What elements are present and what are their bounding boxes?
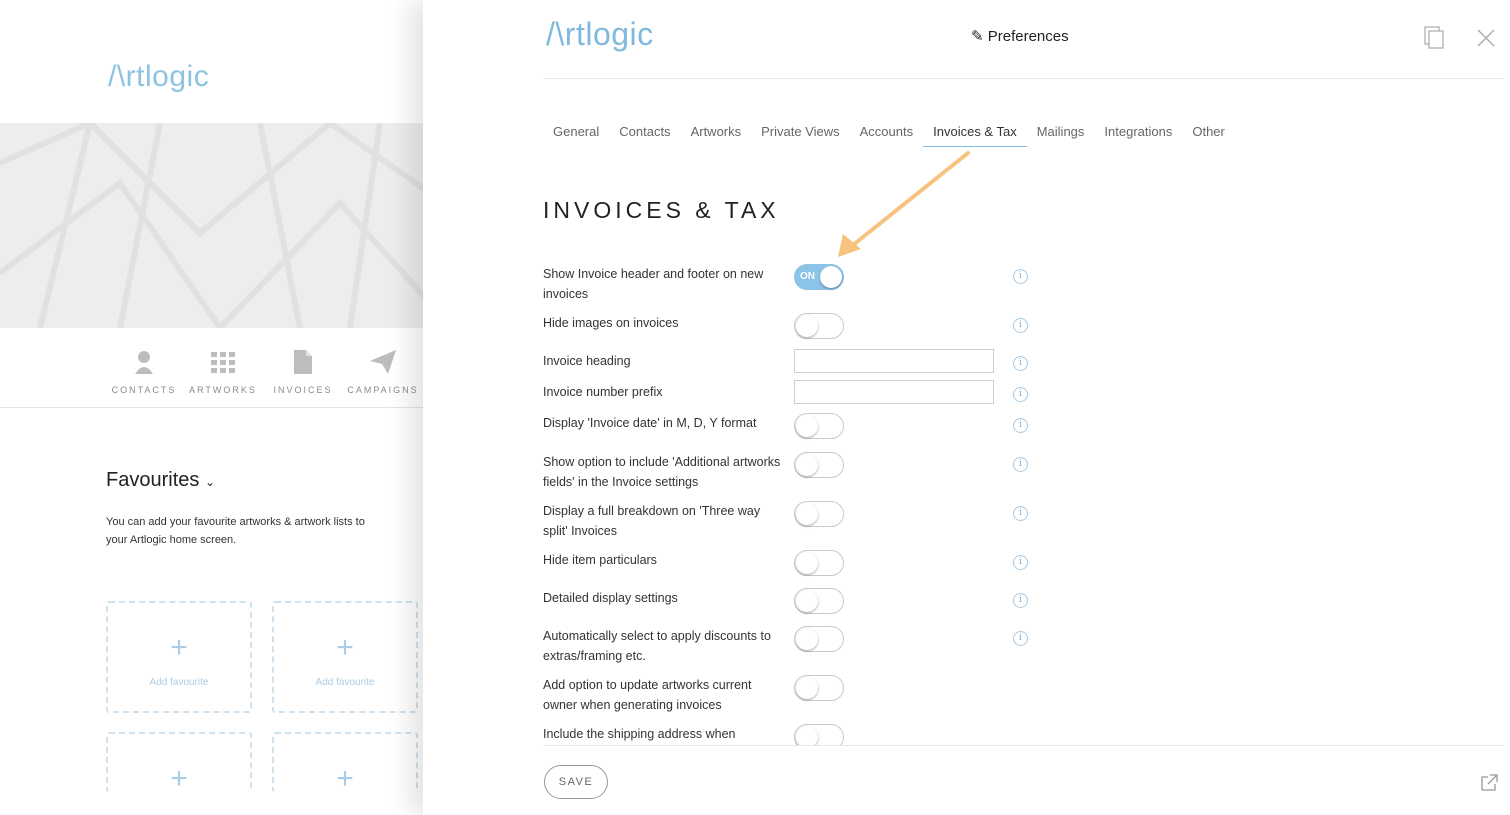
invoice-header-footer-toggle[interactable]: ON: [794, 264, 844, 290]
settings-list: Show Invoice header and footer on new in…: [543, 262, 1043, 745]
add-favourite-tile[interactable]: + Add favourite: [106, 601, 252, 713]
hide-images-toggle[interactable]: [794, 313, 844, 339]
background-nav: CONTACTS ARTWORKS INVOICES CAMPAIGNS: [0, 328, 430, 408]
tab-general[interactable]: General: [543, 118, 609, 147]
plus-icon: +: [336, 631, 354, 664]
setting-label: Hide item particulars: [543, 553, 657, 567]
section-title: INVOICES & TAX: [543, 197, 780, 223]
person-icon: [135, 351, 153, 374]
plus-icon: +: [170, 762, 188, 795]
three-way-split-toggle[interactable]: [794, 501, 844, 527]
plus-icon: +: [170, 631, 188, 664]
copy-icon[interactable]: [1423, 26, 1447, 50]
info-icon[interactable]: i: [1013, 593, 1028, 608]
tab-artworks[interactable]: Artworks: [681, 118, 752, 147]
close-icon[interactable]: [1475, 27, 1497, 49]
setting-label: Include the shipping address when: [543, 727, 736, 741]
panel-logo: /\rtlogic: [546, 16, 654, 52]
background-app: /\rtlogic CONTACTS ARTWORKS INVOICES CAM…: [0, 0, 430, 815]
setting-label: Display a full breakdown on 'Three way s…: [543, 504, 761, 538]
invoice-number-prefix-input[interactable]: [794, 380, 994, 404]
info-icon[interactable]: i: [1013, 318, 1028, 333]
info-icon[interactable]: i: [1013, 387, 1028, 402]
nav-label: INVOICES: [273, 385, 333, 395]
preferences-tabs: General Contacts Artworks Private Views …: [543, 118, 1235, 148]
document-icon: [294, 350, 312, 374]
save-button[interactable]: SAVE: [544, 765, 608, 799]
add-favourite-tile[interactable]: +: [106, 732, 252, 795]
hide-item-particulars-toggle[interactable]: [794, 550, 844, 576]
invoice-heading-input[interactable]: [794, 349, 994, 373]
chevron-down-icon: ⌄: [204, 475, 215, 489]
setting-label: Automatically select to apply discounts …: [543, 629, 771, 663]
info-icon[interactable]: i: [1013, 356, 1028, 371]
info-icon[interactable]: i: [1013, 555, 1028, 570]
nav-label: CAMPAIGNS: [347, 385, 419, 395]
date-format-toggle[interactable]: [794, 413, 844, 439]
nav-campaigns[interactable]: CAMPAIGNS: [343, 350, 423, 398]
tab-integrations[interactable]: Integrations: [1094, 118, 1182, 147]
nav-label: CONTACTS: [111, 385, 177, 395]
hero-banner: [0, 119, 430, 333]
paper-plane-icon: [370, 350, 396, 374]
tab-invoices-tax[interactable]: Invoices & Tax: [923, 118, 1027, 147]
nav-invoices[interactable]: INVOICES: [263, 350, 343, 398]
update-owner-toggle[interactable]: [794, 675, 844, 701]
toggle-on-text: ON: [800, 271, 815, 282]
favourites-description: You can add your favourite artworks & ar…: [106, 516, 365, 546]
header-divider: [543, 78, 1503, 79]
nav-contacts[interactable]: CONTACTS: [104, 350, 184, 398]
add-favourite-tile[interactable]: +: [272, 732, 418, 795]
tab-mailings[interactable]: Mailings: [1027, 118, 1095, 147]
info-icon[interactable]: i: [1013, 418, 1028, 433]
info-icon[interactable]: i: [1013, 269, 1028, 284]
shipping-address-toggle[interactable]: [794, 724, 844, 745]
additional-fields-toggle[interactable]: [794, 452, 844, 478]
info-icon[interactable]: i: [1013, 631, 1028, 646]
footer-divider: [543, 745, 1503, 746]
setting-label: Invoice number prefix: [543, 385, 663, 399]
setting-label: Show Invoice header and footer on new in…: [543, 267, 764, 301]
tab-other[interactable]: Other: [1182, 118, 1235, 147]
setting-label: Invoice heading: [543, 354, 631, 368]
grid-icon: [211, 352, 235, 373]
setting-label: Add option to update artworks current ow…: [543, 678, 752, 712]
setting-label: Show option to include 'Additional artwo…: [543, 455, 781, 489]
tab-accounts[interactable]: Accounts: [850, 118, 923, 147]
background-logo: /\rtlogic: [108, 60, 210, 93]
setting-label: Detailed display settings: [543, 591, 678, 605]
nav-label: ARTWORKS: [189, 385, 257, 395]
tab-contacts[interactable]: Contacts: [609, 118, 680, 147]
preferences-panel: /\rtlogic ✎ Preferences General Contacts…: [423, 0, 1510, 815]
setting-label: Display 'Invoice date' in M, D, Y format: [543, 416, 757, 430]
info-icon[interactable]: i: [1013, 457, 1028, 472]
setting-label: Hide images on invoices: [543, 316, 679, 330]
info-icon[interactable]: i: [1013, 506, 1028, 521]
tab-private-views[interactable]: Private Views: [751, 118, 850, 147]
external-link-icon[interactable]: [1480, 774, 1498, 792]
favourites-title[interactable]: Favourites ⌄: [106, 469, 215, 492]
add-favourite-tile[interactable]: + Add favourite: [272, 601, 418, 713]
nav-artworks[interactable]: ARTWORKS: [183, 350, 263, 398]
detailed-display-toggle[interactable]: [794, 588, 844, 614]
apply-discounts-toggle[interactable]: [794, 626, 844, 652]
panel-title: ✎ Preferences: [971, 28, 1069, 45]
plus-icon: +: [336, 762, 354, 795]
